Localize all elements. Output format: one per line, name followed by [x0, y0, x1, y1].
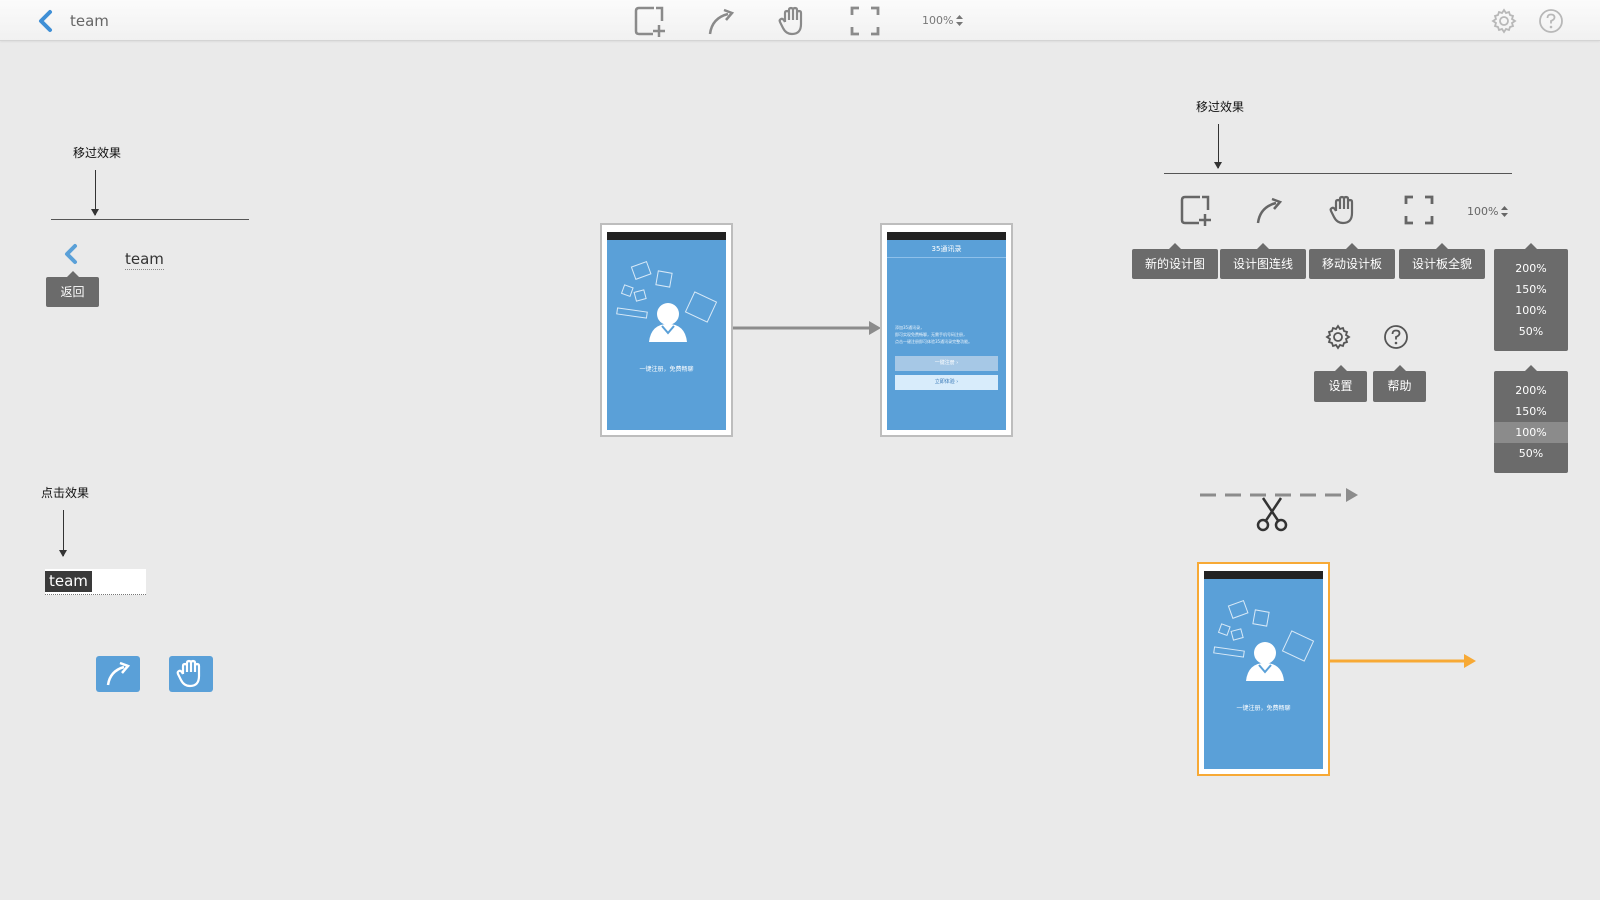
new-design-icon[interactable] [1178, 193, 1212, 227]
top-toolbar: team 100% [0, 0, 1600, 41]
connect-icon[interactable] [704, 4, 738, 38]
status-bar [607, 232, 726, 240]
help-icon[interactable] [1383, 324, 1409, 350]
zoom-option-150[interactable]: 150% [1494, 401, 1568, 422]
selected-text: team [45, 571, 92, 592]
zoom-dropdown-selected: 200% 150% 100% 50% [1494, 365, 1568, 473]
settings-gear-icon[interactable] [1325, 324, 1351, 350]
scissors-icon[interactable] [1255, 496, 1289, 532]
annotation-arrow [91, 170, 99, 216]
help-icon[interactable] [1538, 8, 1564, 34]
connect-icon[interactable] [1252, 193, 1286, 227]
click-effect-note: 点击效果 [41, 486, 90, 500]
divider-line [51, 219, 249, 220]
hand-pan-icon [176, 659, 201, 688]
design-screen-selected[interactable]: 一键注册，免费畅聊 [1197, 562, 1330, 776]
annotation-arrow [59, 510, 67, 557]
screen-connector-arrow [733, 321, 881, 335]
zoom-option-200[interactable]: 200% [1494, 380, 1568, 401]
chat-illustration [1213, 599, 1315, 681]
zoom-option-200[interactable]: 200% [1494, 258, 1568, 279]
zoom-value: 100% [1467, 205, 1499, 218]
settings-tooltip: 设置 [1314, 365, 1367, 402]
help-tooltip: 帮助 [1373, 365, 1426, 402]
screen-content: 一键注册，免费畅聊 [607, 232, 726, 430]
hand-pan-icon[interactable] [776, 4, 810, 38]
selected-connector-arrow[interactable] [1330, 651, 1478, 671]
back-tooltip: 返回 [46, 271, 99, 307]
back-icon[interactable] [34, 9, 58, 33]
fullscreen-tooltip: 设计板全貌 [1399, 243, 1485, 279]
login-intro-text: 添加35通讯录， 即可实现免费畅聊，无需手机号码注册， 点击一键注册即可体验35… [895, 325, 973, 344]
zoom-select[interactable]: 100% [1467, 205, 1509, 218]
design-screen-login[interactable]: 35通讯录 添加35通讯录， 即可实现免费畅聊，无需手机号码注册， 点击一键注册… [880, 223, 1013, 437]
zoom-option-100[interactable]: 100% [1494, 300, 1568, 321]
fullscreen-icon[interactable] [1402, 193, 1436, 227]
connect-icon [106, 661, 131, 686]
new-design-icon[interactable] [632, 4, 666, 38]
connect-tooltip: 设计图连线 [1220, 243, 1306, 279]
new-design-tooltip: 新的设计图 [1132, 243, 1218, 279]
zoom-value: 100% [922, 14, 954, 27]
screen-content: 35通讯录 添加35通讯录， 即可实现免费畅聊，无需手机号码注册， 点击一键注册… [887, 232, 1006, 430]
updown-arrows-icon [1501, 206, 1509, 217]
back-icon-hover[interactable] [60, 243, 82, 265]
zoom-option-150[interactable]: 150% [1494, 279, 1568, 300]
zoom-option-100-selected[interactable]: 100% [1494, 422, 1568, 443]
screen-content: 一键注册，免费畅聊 [1204, 571, 1323, 769]
hover-effect-note: 移过效果 [73, 146, 122, 160]
status-bar [887, 232, 1006, 240]
zoom-select[interactable]: 100% [922, 14, 964, 27]
zoom-dropdown-hover: 200% 150% 100% 50% [1494, 243, 1568, 351]
register-button[interactable]: 一键注册 › [895, 356, 998, 371]
try-now-button[interactable]: 立即体验 › [895, 375, 998, 390]
login-title: 35通讯录 [887, 244, 1006, 258]
hand-pan-icon[interactable] [1327, 193, 1361, 227]
divider-line [1164, 173, 1512, 174]
settings-gear-icon[interactable] [1491, 8, 1517, 34]
hand-button-active[interactable] [169, 656, 213, 692]
zoom-option-50[interactable]: 50% [1494, 443, 1568, 464]
welcome-caption: 一键注册，免费畅聊 [1236, 705, 1291, 712]
status-bar [1204, 571, 1323, 579]
project-title[interactable]: team [70, 12, 109, 30]
connect-button-active[interactable] [96, 656, 140, 692]
move-board-tooltip: 移动设计板 [1309, 243, 1395, 279]
project-title-hover[interactable]: team [125, 250, 164, 270]
title-edit-field[interactable]: team [45, 569, 146, 595]
chat-illustration [616, 260, 718, 342]
design-screen-welcome[interactable]: 一键注册，免费畅聊 [600, 223, 733, 437]
fullscreen-icon[interactable] [848, 4, 882, 38]
annotation-arrow [1214, 124, 1222, 169]
welcome-caption: 一键注册，免费畅聊 [639, 366, 694, 373]
zoom-option-50[interactable]: 50% [1494, 321, 1568, 342]
updown-arrows-icon [956, 15, 964, 26]
hover-effect-note: 移过效果 [1196, 100, 1245, 114]
